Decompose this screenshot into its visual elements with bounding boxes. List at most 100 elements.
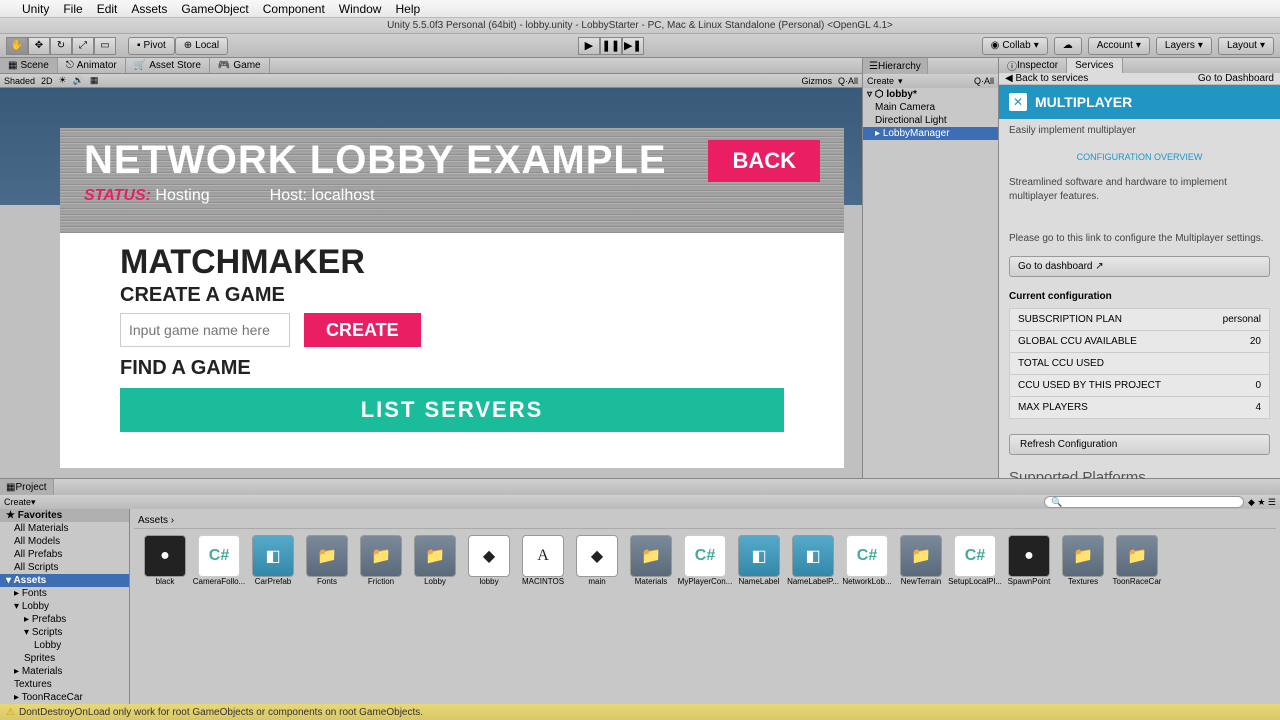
layers-dropdown[interactable]: Layers ▾	[1156, 37, 1212, 55]
tree-scripts[interactable]: ▾ Scripts	[0, 626, 129, 639]
assets-breadcrumb[interactable]: Assets ›	[134, 513, 1276, 529]
tab-asset-store[interactable]: 🛒 Asset Store	[126, 58, 210, 73]
asset-item[interactable]: 📁Lobby	[410, 535, 460, 586]
layout-dropdown[interactable]: Layout ▾	[1218, 37, 1274, 55]
tree-toonracecar[interactable]: ▸ ToonRaceCar	[0, 691, 129, 704]
scale-tool[interactable]: ⤢	[72, 37, 94, 55]
asset-item[interactable]: 📁ToonRaceCar	[1112, 535, 1162, 586]
menu-help[interactable]: Help	[395, 2, 420, 16]
asset-item[interactable]: 📁Textures	[1058, 535, 1108, 586]
services-panel: ⓘ Inspector Services ◀ Back to services …	[998, 58, 1280, 478]
fav-materials[interactable]: All Materials	[0, 522, 129, 535]
asset-item[interactable]: 📁Friction	[356, 535, 406, 586]
rect-tool[interactable]: ▭	[94, 37, 116, 55]
hierarchy-search[interactable]: Q·All	[974, 76, 994, 86]
menu-component[interactable]: Component	[263, 2, 325, 16]
scene-view[interactable]: NETWORK LOBBY EXAMPLE BACK STATUS: Hosti…	[0, 88, 862, 478]
project-create[interactable]: Create	[4, 497, 31, 507]
asset-item[interactable]: 📁Fonts	[302, 535, 352, 586]
asset-item[interactable]: ◆main	[572, 535, 622, 586]
asset-item[interactable]: 📁Materials	[626, 535, 676, 586]
gizmos-dropdown[interactable]: Gizmos	[801, 76, 832, 86]
asset-item[interactable]: ◧NameLabelP...	[788, 535, 838, 586]
tab-project[interactable]: ▦ Project	[0, 479, 54, 495]
create-button[interactable]: CREATE	[304, 313, 421, 347]
back-to-services[interactable]: ◀ Back to services	[1005, 73, 1088, 84]
account-dropdown[interactable]: Account ▾	[1088, 37, 1150, 55]
pause-button[interactable]: ❚❚	[600, 37, 622, 55]
multiplayer-header: ✕ MULTIPLAYER	[999, 85, 1280, 119]
project-tree: ★ Favorites All Materials All Models All…	[0, 509, 130, 704]
favorites-header[interactable]: ★ Favorites	[0, 509, 129, 522]
tab-animator[interactable]: ⎋ Animator	[58, 58, 126, 73]
asset-item[interactable]: ◧NameLabel	[734, 535, 784, 586]
goto-dashboard-button[interactable]: Go to dashboard ↗	[1009, 256, 1270, 277]
asset-item[interactable]: 📁NewTerrain	[896, 535, 946, 586]
light-toggle[interactable]: ☀	[59, 75, 67, 86]
fx-toggle[interactable]: ▦	[90, 75, 99, 86]
menu-window[interactable]: Window	[339, 2, 382, 16]
hand-tool[interactable]: ✋	[6, 37, 28, 55]
tree-textures[interactable]: Textures	[0, 678, 129, 691]
hierarchy-create[interactable]: Create	[867, 76, 894, 86]
hierarchy-item-camera[interactable]: Main Camera	[863, 101, 998, 114]
tree-sprites[interactable]: Sprites	[0, 652, 129, 665]
tree-materials[interactable]: ▸ Materials	[0, 665, 129, 678]
fav-scripts[interactable]: All Scripts	[0, 561, 129, 574]
cloud-button[interactable]: ☁	[1054, 37, 1082, 55]
asset-item[interactable]: AMACINTOS	[518, 535, 568, 586]
fav-models[interactable]: All Models	[0, 535, 129, 548]
menu-unity[interactable]: Unity	[22, 2, 49, 16]
goto-dashboard-link[interactable]: Go to Dashboard	[1198, 73, 1274, 84]
hierarchy-item-light[interactable]: Directional Light	[863, 114, 998, 127]
tree-fonts[interactable]: ▸ Fonts	[0, 587, 129, 600]
asset-item[interactable]: ◧CarPrefab	[248, 535, 298, 586]
game-name-input[interactable]	[120, 313, 290, 347]
shading-dropdown[interactable]: Shaded	[4, 76, 35, 86]
project-filter-icons[interactable]: ◆ ★ ☰	[1248, 497, 1276, 508]
create-game-label: CREATE A GAME	[120, 284, 784, 307]
tree-scripts-lobby[interactable]: Lobby	[0, 639, 129, 652]
menu-edit[interactable]: Edit	[97, 2, 118, 16]
tab-services[interactable]: Services	[1067, 58, 1122, 73]
project-search[interactable]	[1044, 496, 1244, 508]
tree-prefabs[interactable]: ▸ Prefabs	[0, 613, 129, 626]
config-overview-link[interactable]: CONFIGURATION OVERVIEW	[999, 142, 1280, 172]
asset-item[interactable]: ◆lobby	[464, 535, 514, 586]
scene-root[interactable]: ▿ ⬡ lobby*	[863, 88, 998, 101]
asset-item[interactable]: ●SpawnPoint	[1004, 535, 1054, 586]
asset-label: ToonRaceCar	[1113, 577, 1162, 586]
play-button[interactable]: ▶	[578, 37, 600, 55]
lobby-title: NETWORK LOBBY EXAMPLE	[84, 138, 667, 183]
move-tool[interactable]: ✥	[28, 37, 50, 55]
asset-item[interactable]: C#SetupLocalPl...	[950, 535, 1000, 586]
hierarchy-item-lobbymanager[interactable]: ▸ LobbyManager	[863, 127, 998, 140]
asset-item[interactable]: C#CameraFollo...	[194, 535, 244, 586]
config-row: GLOBAL CCU AVAILABLE20	[1009, 330, 1270, 353]
asset-item[interactable]: C#MyPlayerCon...	[680, 535, 730, 586]
fav-prefabs[interactable]: All Prefabs	[0, 548, 129, 561]
step-button[interactable]: ▶❚	[622, 37, 644, 55]
assets-root[interactable]: ▾ Assets	[0, 574, 129, 587]
2d-toggle[interactable]: 2D	[41, 76, 53, 86]
collab-dropdown[interactable]: ◉ Collab ▾	[982, 37, 1048, 55]
tab-game[interactable]: 🎮 Game	[210, 58, 270, 73]
menu-gameobject[interactable]: GameObject	[181, 2, 248, 16]
pivot-toggle[interactable]: ▪ Pivot	[128, 37, 175, 55]
tab-inspector[interactable]: ⓘ Inspector	[999, 58, 1067, 73]
audio-toggle[interactable]: 🔊	[73, 75, 84, 86]
back-button[interactable]: BACK	[708, 140, 820, 182]
scene-search[interactable]: Q·All	[838, 76, 858, 86]
warning-icon: ⚠	[6, 707, 15, 718]
tab-hierarchy[interactable]: ☰ Hierarchy	[863, 58, 928, 74]
local-toggle[interactable]: ⊕ Local	[175, 37, 228, 55]
refresh-config-button[interactable]: Refresh Configuration	[1009, 434, 1270, 455]
asset-item[interactable]: ●black	[140, 535, 190, 586]
list-servers-button[interactable]: LIST SERVERS	[120, 388, 784, 432]
menu-assets[interactable]: Assets	[131, 2, 167, 16]
asset-item[interactable]: C#NetworkLob...	[842, 535, 892, 586]
rotate-tool[interactable]: ↻	[50, 37, 72, 55]
tree-lobby[interactable]: ▾ Lobby	[0, 600, 129, 613]
menu-file[interactable]: File	[63, 2, 82, 16]
tab-scene[interactable]: ▦ Scene	[0, 58, 58, 73]
